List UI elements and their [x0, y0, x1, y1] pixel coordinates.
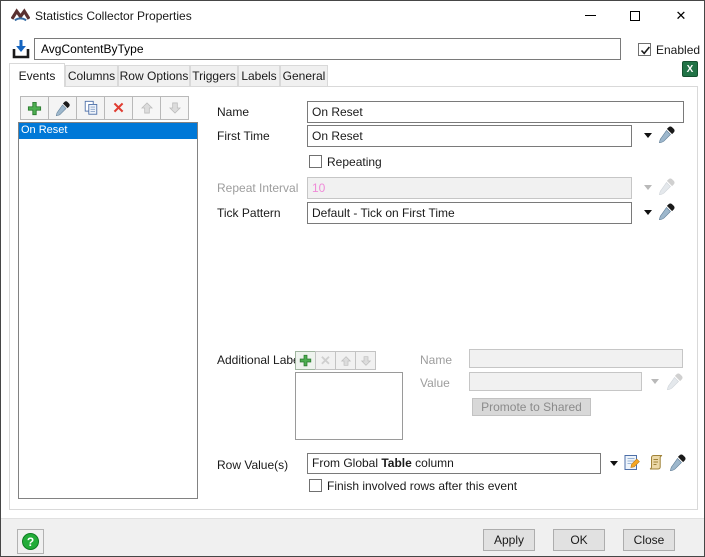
help-icon: ? — [22, 533, 39, 550]
row-values-text: From Global — [312, 456, 381, 470]
row-values-text-bold: Table — [381, 456, 411, 470]
add-label-button[interactable] — [295, 351, 316, 370]
finish-rows-checkbox[interactable] — [309, 479, 322, 492]
event-name-field[interactable] — [307, 101, 684, 123]
label-value-field — [469, 372, 642, 391]
event-list-toolbar: ✕ — [20, 96, 188, 120]
export-excel-icon[interactable]: X — [682, 61, 698, 77]
plus-icon — [27, 101, 42, 116]
promote-to-shared-button: Promote to Shared — [472, 398, 591, 416]
row-values-dropdown-icon[interactable] — [610, 461, 618, 470]
tab-labels[interactable]: Labels — [238, 65, 280, 86]
collector-name-input[interactable] — [34, 38, 621, 60]
tick-pattern-sampler-icon[interactable] — [658, 202, 676, 220]
finish-rows-label: Finish involved rows after this event — [327, 479, 517, 493]
label-value-sampler-icon-disabled — [666, 372, 684, 390]
close-icon: ✕ — [676, 9, 687, 22]
maximize-icon — [630, 11, 640, 21]
row-values-code-scroll-icon[interactable] — [647, 454, 665, 472]
add-event-button[interactable] — [20, 96, 49, 120]
sample-event-button[interactable] — [48, 96, 77, 120]
apply-name-icon[interactable] — [11, 38, 31, 59]
move-event-down-button — [160, 96, 189, 120]
enabled-checkbox[interactable] — [638, 43, 651, 56]
repeat-interval-label: Repeat Interval — [217, 181, 298, 195]
additional-labels-list[interactable] — [295, 372, 403, 440]
repeat-interval-field — [307, 177, 632, 199]
row-values-sampler-icon[interactable] — [669, 453, 687, 471]
arrow-down-icon — [360, 355, 372, 367]
plus-icon — [299, 354, 312, 367]
label-name-field — [469, 349, 683, 368]
move-label-down-button — [355, 351, 376, 370]
repeat-interval-sampler-icon-disabled — [658, 177, 676, 195]
tick-pattern-label: Tick Pattern — [217, 206, 281, 220]
arrow-up-icon — [140, 101, 154, 115]
tab-row-options[interactable]: Row Options — [118, 65, 190, 86]
row-values-field[interactable]: From Global Table column — [307, 453, 601, 474]
repeating-label: Repeating — [327, 155, 382, 169]
name-label: Name — [217, 105, 249, 119]
tick-pattern-dropdown-icon[interactable] — [644, 210, 652, 219]
maximize-button[interactable] — [618, 1, 652, 30]
event-list-item-selected[interactable]: On Reset — [19, 123, 197, 139]
first-time-field[interactable] — [307, 125, 632, 147]
close-window-button[interactable]: ✕ — [664, 1, 698, 30]
row-values-label: Row Value(s) — [217, 458, 288, 472]
title-bar: Statistics Collector Properties ✕ — [1, 1, 704, 31]
apply-button[interactable]: Apply — [483, 529, 535, 551]
repeat-interval-dropdown-icon — [644, 185, 652, 194]
enabled-label: Enabled — [656, 43, 700, 57]
label-value-dropdown-icon — [651, 379, 659, 388]
move-event-up-button — [132, 96, 161, 120]
first-time-sampler-icon[interactable] — [658, 125, 676, 143]
row-values-text: column — [412, 456, 454, 470]
checkmark-icon — [639, 44, 652, 57]
move-label-up-button — [335, 351, 356, 370]
minimize-icon — [585, 15, 596, 16]
row-values-properties-icon[interactable] — [623, 454, 641, 472]
events-tab-page: ✕ On Reset Name First Time Repeating Rep… — [9, 86, 698, 510]
ok-button[interactable]: OK — [553, 529, 605, 551]
delete-x-icon: ✕ — [112, 101, 125, 116]
arrow-up-icon — [340, 355, 352, 367]
delete-event-button[interactable]: ✕ — [104, 96, 133, 120]
event-list[interactable]: On Reset — [18, 122, 198, 499]
help-button[interactable]: ? — [17, 529, 44, 554]
label-name-label: Name — [420, 353, 452, 367]
tab-events[interactable]: Events — [9, 63, 65, 87]
close-button[interactable]: Close — [623, 529, 675, 551]
footer-bar: ? Apply OK Close — [1, 518, 704, 557]
copy-event-button[interactable] — [76, 96, 105, 120]
statistics-collector-properties-dialog: Statistics Collector Properties ✕ Enable… — [0, 0, 705, 557]
flexsim-logo-icon — [11, 8, 30, 24]
tick-pattern-field[interactable] — [307, 202, 632, 224]
delete-x-icon-disabled: ✕ — [320, 354, 331, 367]
tab-triggers[interactable]: Triggers — [190, 65, 238, 86]
label-value-label: Value — [420, 376, 450, 390]
tab-columns[interactable]: Columns — [65, 65, 118, 86]
eyedropper-icon — [55, 100, 71, 116]
copy-icon — [83, 100, 99, 116]
additional-labels-toolbar: ✕ — [295, 351, 375, 370]
delete-label-button: ✕ — [315, 351, 336, 370]
minimize-button[interactable] — [573, 1, 607, 30]
arrow-down-icon — [168, 101, 182, 115]
first-time-label: First Time — [217, 129, 270, 143]
first-time-dropdown-icon[interactable] — [644, 133, 652, 142]
tab-general[interactable]: General — [280, 65, 328, 86]
window-title: Statistics Collector Properties — [35, 9, 192, 23]
repeating-checkbox[interactable] — [309, 155, 322, 168]
